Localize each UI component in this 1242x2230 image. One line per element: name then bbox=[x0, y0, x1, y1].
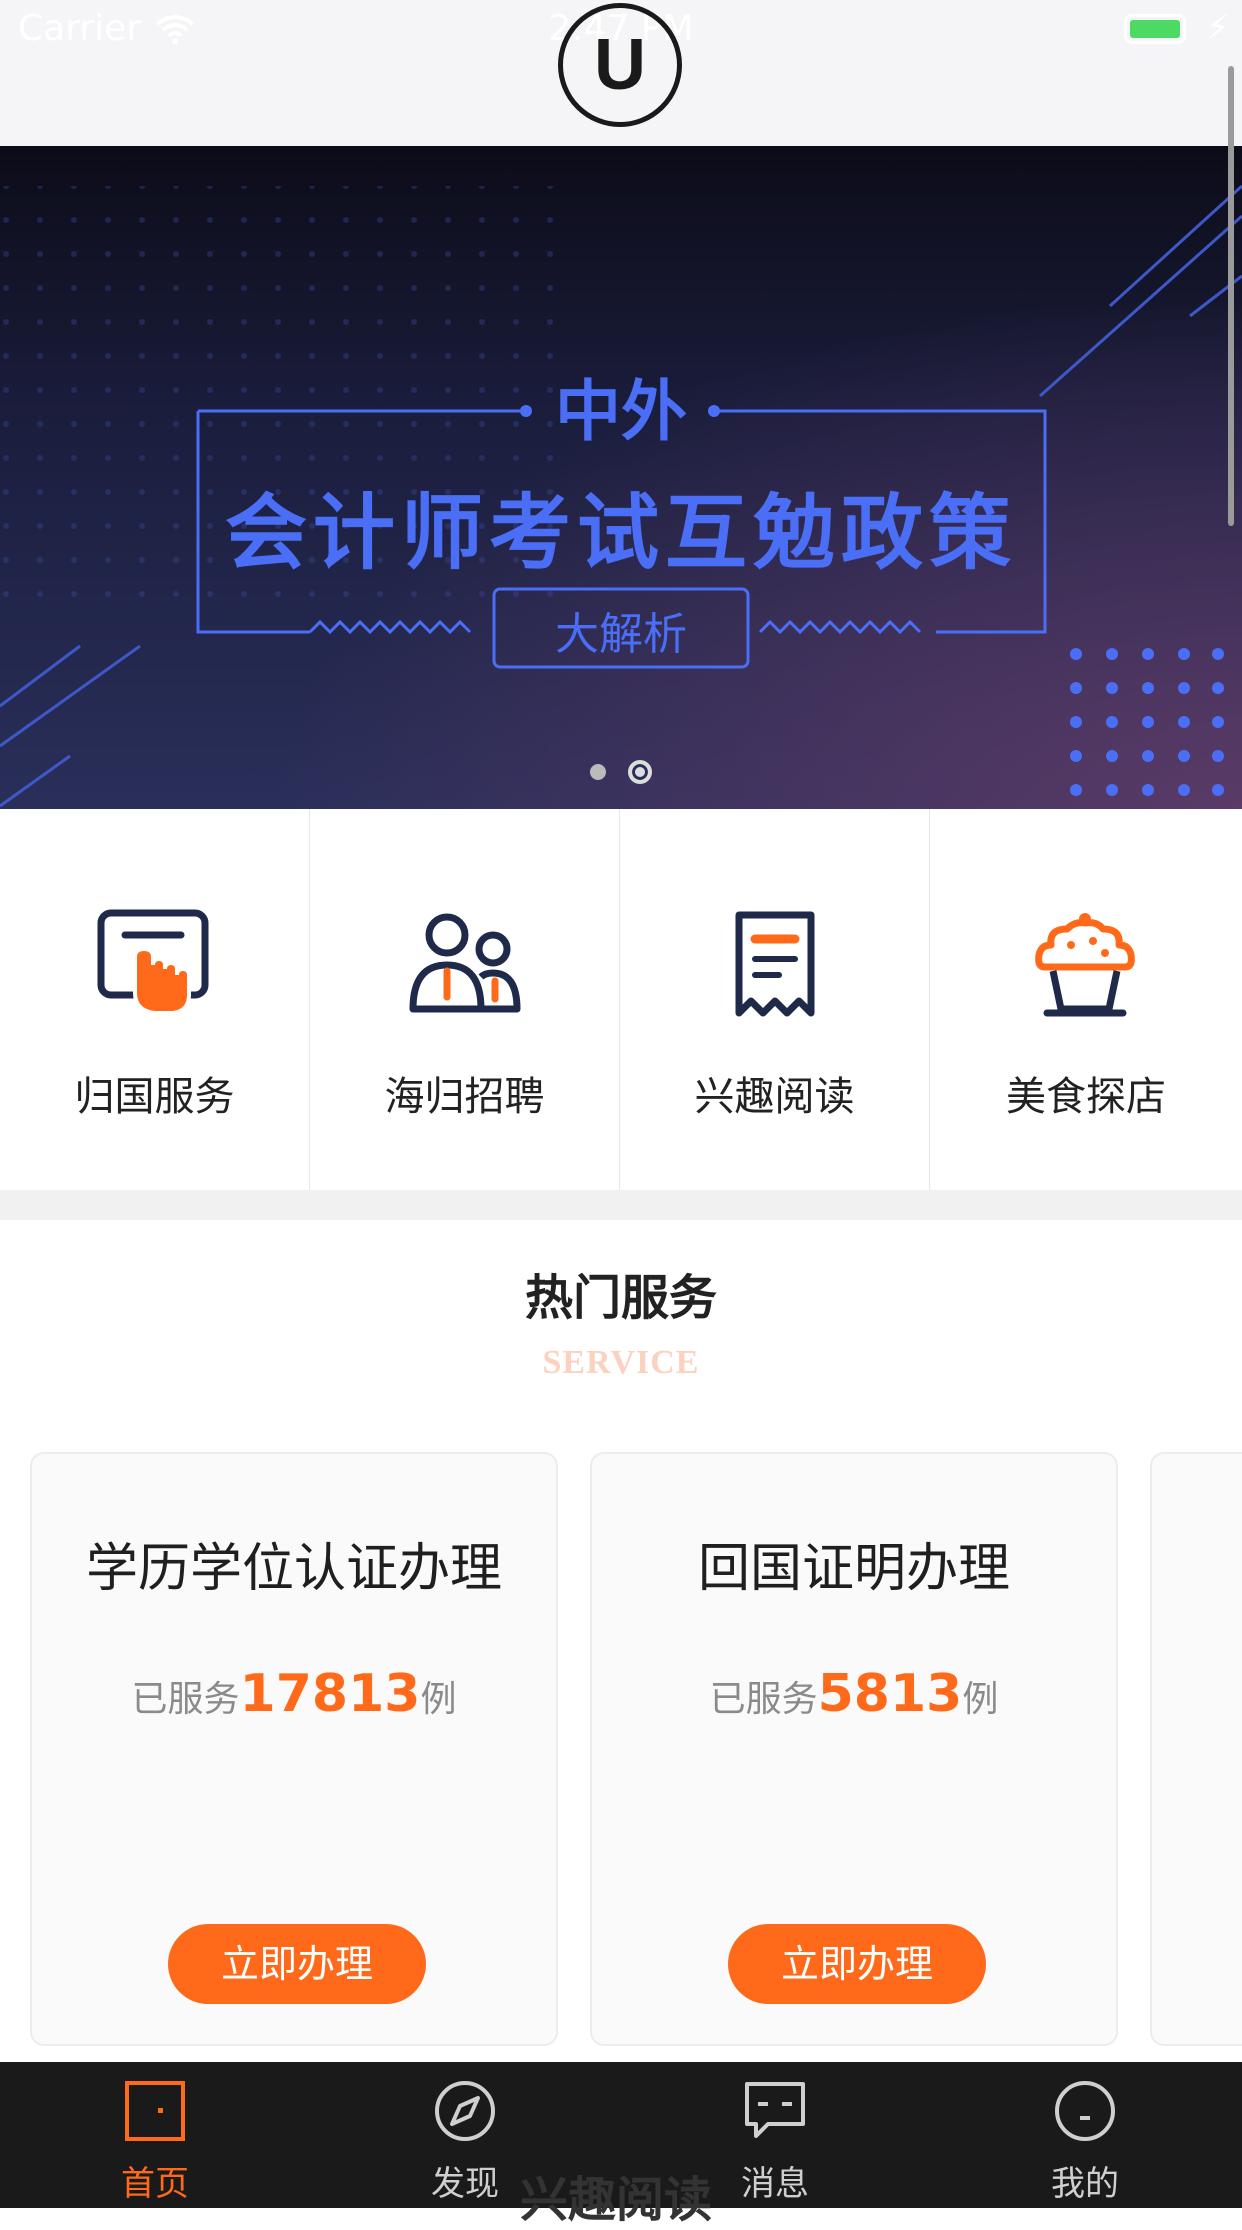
service-count-number: 17813 bbox=[239, 1664, 421, 1724]
category-food[interactable]: 美食探店 bbox=[930, 809, 1242, 1190]
service-count-suffix: 例 bbox=[962, 1679, 999, 1720]
service-count-suffix: 例 bbox=[420, 1679, 457, 1720]
category-return-service[interactable]: 归国服务 bbox=[0, 809, 310, 1190]
tab-home[interactable]: 首页 bbox=[0, 2062, 310, 2208]
pager-dot-active[interactable] bbox=[628, 760, 652, 784]
tab-label: 消息 bbox=[741, 2164, 809, 2204]
service-card-title: 回国证明办理 bbox=[697, 1539, 1010, 1599]
category-reading[interactable]: 兴趣阅读 bbox=[620, 809, 930, 1190]
banner-pager[interactable] bbox=[590, 760, 660, 784]
service-card[interactable]: 学历学位认证办理 已服务17813例 立即办理 bbox=[30, 1452, 558, 2046]
service-count-prefix: 已服务 bbox=[131, 1679, 240, 1720]
people-icon bbox=[409, 913, 521, 1013]
service-count: 已服务17813例 bbox=[32, 1664, 556, 1724]
tab-label: 首页 bbox=[121, 2164, 189, 2204]
banner-title-top: 中外 bbox=[555, 373, 687, 450]
category-label: 美食探店 bbox=[1006, 1074, 1166, 1120]
charging-icon: ⚡ bbox=[1206, 8, 1230, 48]
tab-label: 发现 bbox=[431, 2164, 499, 2204]
section-divider bbox=[0, 1190, 1242, 1220]
section-subtitle: SERVICE bbox=[542, 1344, 700, 1381]
home-icon bbox=[125, 2081, 185, 2141]
app-logo[interactable]: U bbox=[558, 3, 682, 127]
section-title: 热门服务 bbox=[524, 1270, 717, 1326]
banner-title-bottom: 大解析 bbox=[555, 609, 687, 660]
pager-dot[interactable] bbox=[590, 764, 606, 780]
category-label: 海归招聘 bbox=[384, 1074, 545, 1120]
tab-profile[interactable]: 我的 bbox=[930, 2062, 1240, 2208]
category-label: 兴趣阅读 bbox=[694, 1074, 855, 1120]
apply-now-button[interactable]: 立即办理 bbox=[728, 1924, 986, 2004]
tab-messages[interactable]: 消息 bbox=[620, 2062, 930, 2208]
category-label: 归国服务 bbox=[74, 1074, 235, 1120]
service-count: 已服务5813例 bbox=[592, 1664, 1116, 1724]
receipt-icon bbox=[735, 911, 815, 1017]
battery-icon bbox=[1124, 14, 1186, 44]
category-recruit[interactable]: 海归招聘 bbox=[310, 809, 620, 1190]
service-count-number: 5813 bbox=[817, 1664, 963, 1724]
tab-discover[interactable]: 发现 bbox=[310, 2062, 620, 2208]
service-card-title: 学历学位认证办理 bbox=[85, 1539, 502, 1599]
cupcake-icon bbox=[1035, 913, 1135, 1017]
service-card-peek[interactable] bbox=[1150, 1452, 1242, 2046]
banner-title-main: 会计师考试互勉政策 bbox=[224, 486, 1017, 581]
banner-carousel[interactable]: 中外 会计师考试互勉政策 大解析 bbox=[0, 146, 1242, 809]
tab-label: 我的 bbox=[1051, 2164, 1119, 2204]
apply-now-button[interactable]: 立即办理 bbox=[168, 1924, 426, 2004]
hand-click-icon bbox=[97, 909, 209, 1015]
service-card[interactable]: 回国证明办理 已服务5813例 立即办理 bbox=[590, 1452, 1118, 2046]
scroll-indicator bbox=[1228, 66, 1234, 526]
profile-icon bbox=[1055, 2081, 1115, 2141]
message-icon bbox=[745, 2082, 805, 2138]
service-count-prefix: 已服务 bbox=[709, 1679, 818, 1720]
compass-icon bbox=[435, 2081, 495, 2141]
